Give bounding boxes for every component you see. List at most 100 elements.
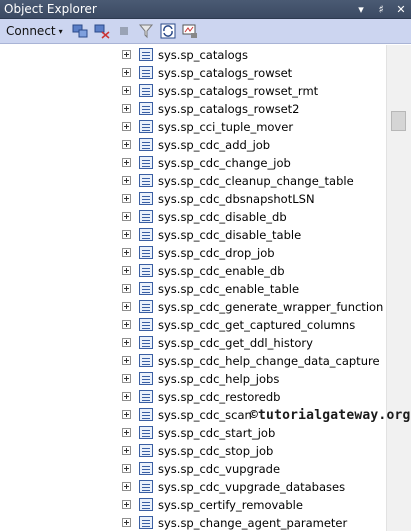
- expand-icon[interactable]: [122, 230, 131, 239]
- tree-item[interactable]: sys.sp_cdc_dbsnapshotLSN: [0, 190, 386, 208]
- expand-icon[interactable]: [122, 392, 131, 401]
- vertical-scrollbar[interactable]: [386, 45, 411, 531]
- tree-item[interactable]: sys.sp_change_agent_parameter: [0, 514, 386, 531]
- stored-procedure-icon: [139, 174, 153, 187]
- tree-item-label: sys.sp_cdc_stop_job: [158, 444, 274, 458]
- tree-item-label: sys.sp_cdc_generate_wrapper_function: [158, 300, 384, 314]
- expand-icon[interactable]: [122, 176, 131, 185]
- stored-procedure-icon: [139, 102, 153, 115]
- tree-item-label: sys.sp_cdc_scan: [158, 408, 252, 422]
- tree-item[interactable]: sys.sp_cdc_disable_db: [0, 208, 386, 226]
- disconnect-icon[interactable]: [93, 22, 111, 40]
- tree-item-label: sys.sp_cdc_help_jobs: [158, 372, 280, 386]
- tree-item[interactable]: sys.sp_cci_tuple_mover: [0, 118, 386, 136]
- scrollbar-thumb[interactable]: [391, 111, 406, 131]
- tree-item-label: sys.sp_cci_tuple_mover: [158, 120, 294, 134]
- stored-procedure-icon: [139, 372, 153, 385]
- stored-procedure-icon: [139, 210, 153, 223]
- tree-item-label: sys.sp_change_agent_parameter: [158, 516, 348, 530]
- tree-item-label: sys.sp_cdc_cleanup_change_table: [158, 174, 354, 188]
- expand-icon[interactable]: [122, 122, 131, 131]
- expand-icon[interactable]: [122, 158, 131, 167]
- tree-item[interactable]: sys.sp_cdc_enable_db: [0, 262, 386, 280]
- expand-icon[interactable]: [122, 518, 131, 527]
- expand-icon[interactable]: [122, 338, 131, 347]
- stored-procedure-icon: [139, 444, 153, 457]
- tree-item-label: sys.sp_catalogs_rowset: [158, 66, 293, 80]
- expand-icon[interactable]: [122, 140, 131, 149]
- pin-icon[interactable]: ♯: [375, 0, 387, 19]
- expand-icon[interactable]: [122, 68, 131, 77]
- connect-button[interactable]: Connect ▾: [6, 24, 63, 38]
- expand-icon[interactable]: [122, 428, 131, 437]
- tree-item[interactable]: sys.sp_cdc_add_job: [0, 136, 386, 154]
- expand-icon[interactable]: [122, 410, 131, 419]
- expand-icon[interactable]: [122, 86, 131, 95]
- expand-icon[interactable]: [122, 446, 131, 455]
- stored-procedure-icon: [139, 408, 153, 421]
- refresh-icon[interactable]: [159, 22, 177, 40]
- stored-procedure-icon: [139, 264, 153, 277]
- tree-item[interactable]: sys.sp_cdc_get_captured_columns: [0, 316, 386, 334]
- tree-item-label: sys.sp_cdc_get_ddl_history: [158, 336, 313, 350]
- stored-procedure-icon: [139, 84, 153, 97]
- window-title: Object Explorer: [4, 2, 97, 16]
- tree-item[interactable]: sys.sp_cdc_vupgrade: [0, 460, 386, 478]
- tree-item-label: sys.sp_cdc_restoredb: [158, 390, 281, 404]
- expand-icon[interactable]: [122, 374, 131, 383]
- tree-item[interactable]: sys.sp_cdc_help_change_data_capture: [0, 352, 386, 370]
- tree-item-label: sys.sp_cdc_vupgrade: [158, 462, 281, 476]
- expand-icon[interactable]: [122, 320, 131, 329]
- dropdown-icon[interactable]: ▾: [355, 0, 367, 19]
- activity-monitor-icon[interactable]: [181, 22, 199, 40]
- object-tree: sys.sp_catalogs sys.sp_catalogs_rowsetsys…: [0, 45, 386, 531]
- tree-item[interactable]: sys.sp_cdc_restoredb: [0, 388, 386, 406]
- filter-icon[interactable]: [137, 22, 155, 40]
- expand-icon[interactable]: [122, 284, 131, 293]
- tree-item[interactable]: sys.sp_cdc_vupgrade_databases: [0, 478, 386, 496]
- tree-item-label: sys.sp_cdc_add_job: [158, 138, 271, 152]
- tree-item-label: sys.sp_cdc_help_change_data_capture: [158, 354, 380, 368]
- expand-icon[interactable]: [122, 356, 131, 365]
- tree-item-label: sys.sp_catalogs_rowset_rmt: [158, 84, 319, 98]
- tree-item[interactable]: sys.sp_cdc_drop_job: [0, 244, 386, 262]
- expand-icon[interactable]: [122, 248, 131, 257]
- close-icon[interactable]: ✕: [395, 0, 407, 19]
- tree-item[interactable]: sys.sp_catalogs_rowset: [0, 64, 386, 82]
- tree-item[interactable]: sys.sp_cdc_start_job: [0, 424, 386, 442]
- tree-item[interactable]: sys.sp_cdc_cleanup_change_table: [0, 172, 386, 190]
- expand-icon[interactable]: [122, 482, 131, 491]
- stop-icon[interactable]: [115, 22, 133, 40]
- watermark: ©tutorialgateway.org: [250, 408, 411, 423]
- expand-icon[interactable]: [122, 104, 131, 113]
- tree-item[interactable]: sys.sp_cdc_disable_table: [0, 226, 386, 244]
- tree-item[interactable]: sys.sp_cdc_generate_wrapper_function: [0, 298, 386, 316]
- stored-procedure-icon: [139, 498, 153, 511]
- tree-item[interactable]: sys.sp_certify_removable: [0, 496, 386, 514]
- tree-item[interactable]: sys.sp_catalogs_rowset2: [0, 100, 386, 118]
- tree-item[interactable]: sys.sp_cdc_get_ddl_history: [0, 334, 386, 352]
- tree-item-label: sys.sp_cdc_disable_table: [158, 228, 302, 242]
- tree-item[interactable]: sys.sp_catalogs: [0, 46, 386, 64]
- tree-item[interactable]: sys.sp_cdc_help_jobs: [0, 370, 386, 388]
- tree-item-label: sys.sp_catalogs: [158, 48, 248, 62]
- expand-icon[interactable]: [122, 212, 131, 221]
- expand-icon[interactable]: [122, 500, 131, 509]
- tree-item-label: sys.sp_cdc_start_job: [158, 426, 276, 440]
- expand-icon[interactable]: [122, 266, 131, 275]
- stored-procedure-icon: [139, 354, 153, 367]
- stored-procedure-icon: [139, 480, 153, 493]
- expand-icon[interactable]: [122, 302, 131, 311]
- expand-icon[interactable]: [122, 50, 131, 59]
- tree-item-label: sys.sp_cdc_enable_table: [158, 282, 300, 296]
- tree-item[interactable]: sys.sp_catalogs_rowset_rmt: [0, 82, 386, 100]
- tree-item[interactable]: sys.sp_cdc_change_job: [0, 154, 386, 172]
- tree-item[interactable]: sys.sp_cdc_enable_table: [0, 280, 386, 298]
- connect-server-icon[interactable]: [71, 22, 89, 40]
- stored-procedure-icon: [139, 516, 153, 529]
- tree-item[interactable]: sys.sp_cdc_stop_job: [0, 442, 386, 460]
- expand-icon[interactable]: [122, 194, 131, 203]
- stored-procedure-icon: [139, 138, 153, 151]
- expand-icon[interactable]: [122, 464, 131, 473]
- stored-procedure-icon: [139, 228, 153, 241]
